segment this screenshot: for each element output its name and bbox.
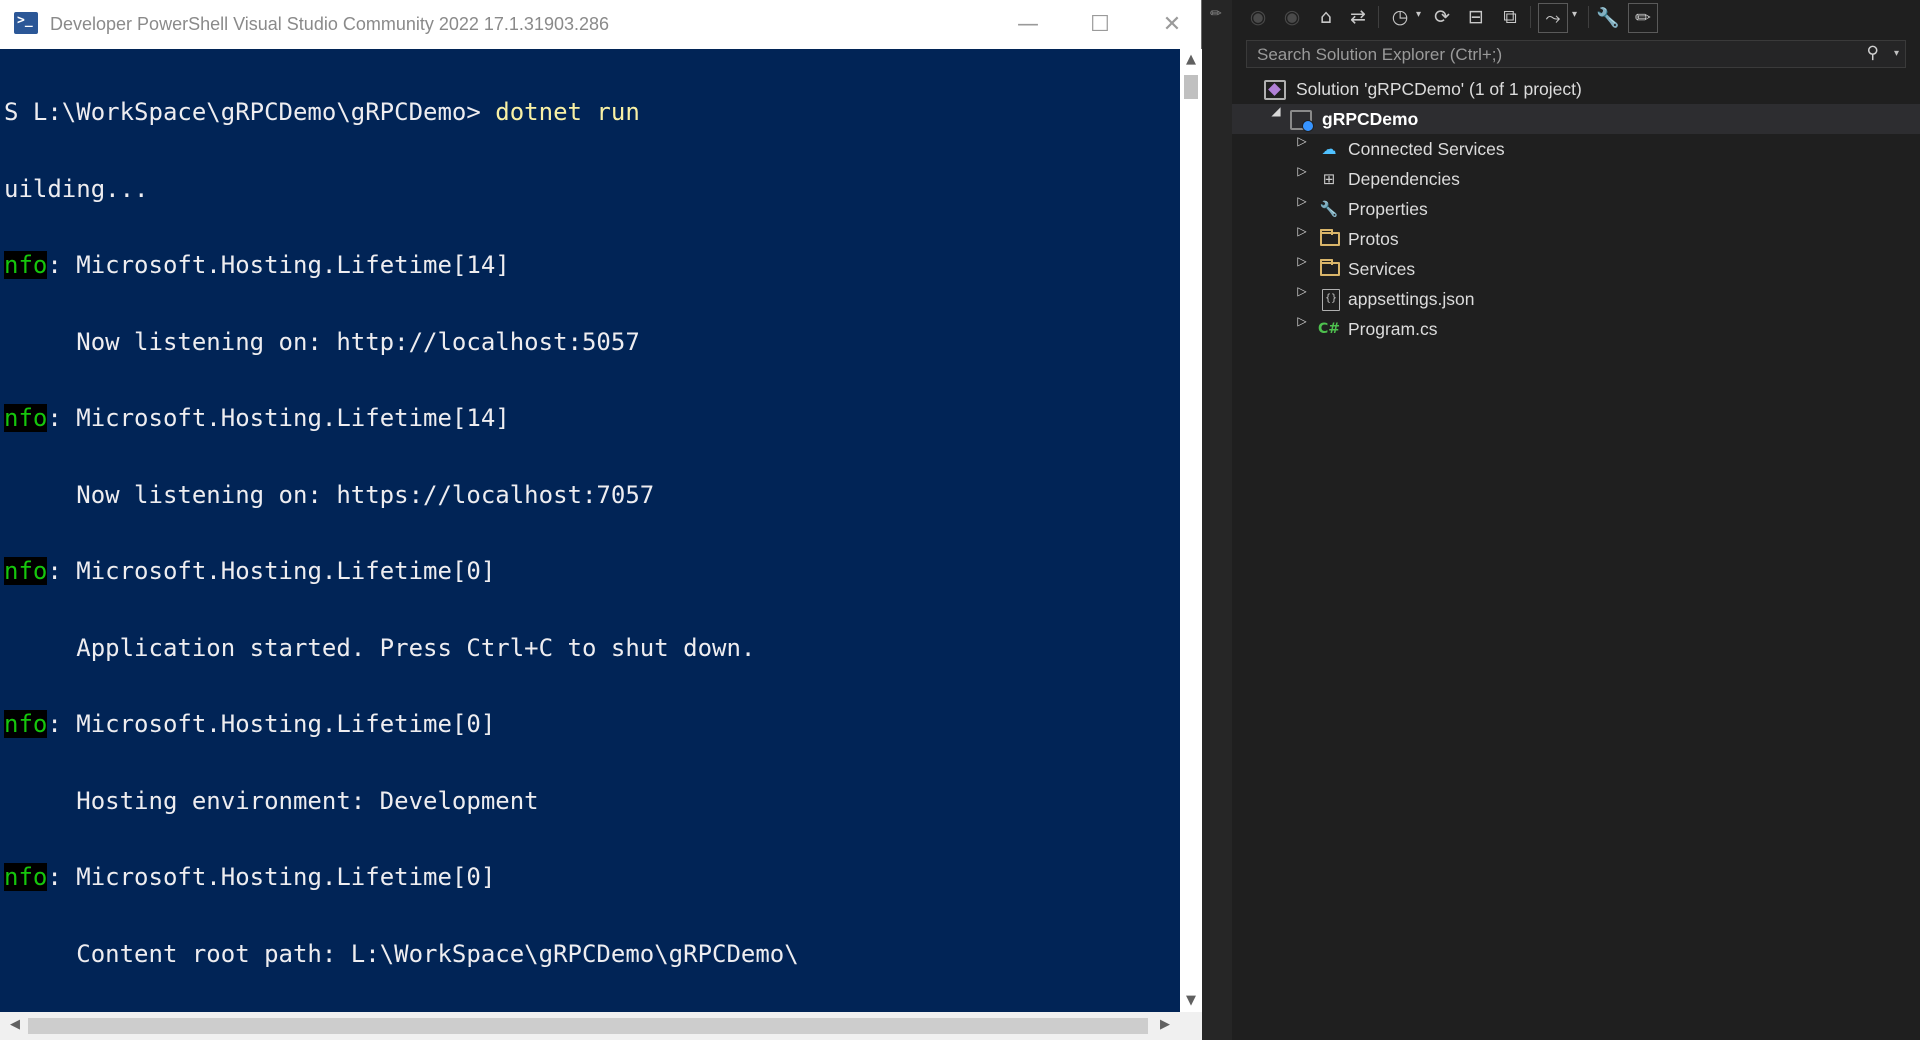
vertical-scrollbar[interactable]: ▲ ▼ bbox=[1180, 49, 1202, 1012]
tree-item-label: Dependencies bbox=[1348, 169, 1460, 189]
expand-arrow-icon[interactable]: ▷ bbox=[1294, 254, 1310, 268]
pin-icon[interactable]: ✏ bbox=[1210, 6, 1222, 22]
tree-item-label: Properties bbox=[1348, 199, 1428, 219]
expand-arrow-icon[interactable]: ▷ bbox=[1294, 134, 1310, 148]
expand-arrow-icon[interactable]: ▷ bbox=[1294, 314, 1310, 328]
toolbar-separator bbox=[1588, 6, 1589, 28]
csharp-file-icon: C# bbox=[1317, 321, 1340, 337]
scrollbar-corner bbox=[1180, 1012, 1202, 1040]
console-line: Now listening on: https://localhost:7057 bbox=[4, 480, 655, 509]
console-line: nfo: Microsoft.Hosting.Lifetime[14] bbox=[4, 251, 510, 279]
tree-item-label: Solution 'gRPCDemo' (1 of 1 project) bbox=[1296, 79, 1582, 99]
powershell-icon bbox=[14, 12, 38, 34]
tree-item-label: appsettings.json bbox=[1348, 289, 1475, 309]
solution-explorer-toolbar: ◉ ◉ ⌂ ⇄ ◷ ▾ ⟳ ⊟ ⧉ ⤳ ▾ 🔧 ✏ bbox=[1232, 0, 1920, 36]
tree-item-solution[interactable]: Solution 'gRPCDemo' (1 of 1 project) bbox=[1232, 74, 1920, 104]
vertical-scroll-thumb[interactable] bbox=[1184, 75, 1198, 99]
console-line: Content root path: L:\WorkSpace\gRPCDemo… bbox=[4, 939, 799, 968]
cloud-icon: ☁ bbox=[1321, 140, 1337, 158]
tree-item-appsettings[interactable]: ▷ {} appsettings.json bbox=[1232, 284, 1920, 314]
folder-icon bbox=[1320, 259, 1340, 276]
search-options-dropdown-icon[interactable]: ▾ bbox=[1894, 48, 1899, 59]
tree-item-label: Services bbox=[1348, 259, 1416, 279]
console-line: uilding... bbox=[4, 174, 149, 203]
pin-toolbar-icon[interactable]: ✏ bbox=[1628, 3, 1658, 33]
horizontal-scrollbar[interactable]: ◀ ▶ bbox=[0, 1012, 1180, 1040]
tree-item-label: Program.cs bbox=[1348, 319, 1438, 339]
powershell-window: Developer PowerShell Visual Studio Commu… bbox=[0, 0, 1202, 1040]
search-icon[interactable]: ⚲ bbox=[1867, 43, 1879, 63]
tree-item-project[interactable]: ◢ gRPCDemo bbox=[1232, 104, 1920, 134]
folder-icon bbox=[1320, 229, 1340, 246]
window-splitter[interactable]: ✏ bbox=[1202, 0, 1232, 1040]
solution-icon bbox=[1264, 80, 1286, 100]
scroll-right-arrow-icon[interactable]: ▶ bbox=[1152, 1012, 1178, 1038]
dependencies-icon: ⊞ bbox=[1322, 170, 1336, 188]
expand-arrow-icon[interactable]: ▷ bbox=[1294, 164, 1310, 178]
tree-item-program-cs[interactable]: ▷ C# Program.cs bbox=[1232, 314, 1920, 344]
pending-changes-icon[interactable]: ◷ bbox=[1386, 3, 1414, 31]
home-icon[interactable]: ⌂ bbox=[1312, 3, 1340, 31]
csharp-project-icon bbox=[1290, 110, 1314, 132]
switch-views-icon[interactable]: ⇄ bbox=[1344, 3, 1372, 31]
search-solution-explorer[interactable]: ⚲ ▾ bbox=[1246, 40, 1906, 68]
maximize-button[interactable]: ☐ bbox=[1064, 0, 1136, 49]
tree-item-label: Protos bbox=[1348, 229, 1399, 249]
console-line: nfo: Microsoft.Hosting.Lifetime[0] bbox=[4, 557, 496, 585]
console-command: dotnet run bbox=[495, 98, 640, 126]
tree-item-protos[interactable]: ▷ Protos bbox=[1232, 224, 1920, 254]
console-line: nfo: Microsoft.Hosting.Lifetime[0] bbox=[4, 710, 496, 738]
scroll-down-arrow-icon[interactable]: ▼ bbox=[1180, 990, 1202, 1012]
close-button[interactable]: ✕ bbox=[1136, 0, 1208, 49]
properties-wrench-icon[interactable]: 🔧 bbox=[1594, 3, 1622, 31]
properties-icon: 🔧 bbox=[1319, 200, 1339, 218]
minimize-button[interactable]: — bbox=[992, 0, 1064, 49]
expand-arrow-icon[interactable]: ▷ bbox=[1294, 194, 1310, 208]
solution-explorer: ◉ ◉ ⌂ ⇄ ◷ ▾ ⟳ ⊟ ⧉ ⤳ ▾ 🔧 ✏ ⚲ ▾ Solution '… bbox=[1232, 0, 1920, 1040]
tree-item-label: gRPCDemo bbox=[1322, 109, 1419, 129]
console-output[interactable]: S L:\WorkSpace\gRPCDemo\gRPCDemo> dotnet… bbox=[0, 49, 1180, 1012]
pending-changes-dropdown-icon[interactable]: ▾ bbox=[1416, 9, 1421, 20]
console-line: Hosting environment: Development bbox=[4, 786, 539, 815]
forward-icon[interactable]: ◉ bbox=[1278, 3, 1306, 31]
search-input[interactable] bbox=[1255, 43, 1859, 67]
refresh-icon[interactable]: ⟳ bbox=[1428, 3, 1456, 31]
show-all-files-icon[interactable]: ⧉ bbox=[1496, 3, 1524, 31]
console-line: nfo: Microsoft.Hosting.Lifetime[0] bbox=[4, 863, 496, 891]
tree-item-properties[interactable]: ▷ 🔧 Properties bbox=[1232, 194, 1920, 224]
back-icon[interactable]: ◉ bbox=[1244, 3, 1272, 31]
tree-item-services[interactable]: ▷ Services bbox=[1232, 254, 1920, 284]
window-title: Developer PowerShell Visual Studio Commu… bbox=[50, 14, 610, 34]
title-bar: Developer PowerShell Visual Studio Commu… bbox=[0, 0, 1201, 49]
tree-item-dependencies[interactable]: ▷ ⊞ Dependencies bbox=[1232, 164, 1920, 194]
preview-dropdown-icon[interactable]: ▾ bbox=[1572, 9, 1577, 20]
tree-item-connected-services[interactable]: ▷ ☁ Connected Services bbox=[1232, 134, 1920, 164]
toolbar-separator bbox=[1530, 6, 1531, 28]
scroll-left-arrow-icon[interactable]: ◀ bbox=[2, 1012, 28, 1038]
toolbar-separator bbox=[1378, 6, 1379, 28]
collapse-all-icon[interactable]: ⊟ bbox=[1462, 3, 1490, 31]
json-file-icon: {} bbox=[1322, 289, 1340, 311]
collapse-arrow-icon[interactable]: ◢ bbox=[1268, 104, 1284, 118]
console-line: nfo: Microsoft.Hosting.Lifetime[14] bbox=[4, 404, 510, 432]
expand-arrow-icon[interactable]: ▷ bbox=[1294, 284, 1310, 298]
scroll-up-arrow-icon[interactable]: ▲ bbox=[1180, 49, 1202, 71]
expand-arrow-icon[interactable]: ▷ bbox=[1294, 224, 1310, 238]
tree-item-label: Connected Services bbox=[1348, 139, 1505, 159]
console-line: Application started. Press Ctrl+C to shu… bbox=[4, 633, 756, 662]
console-line: S L:\WorkSpace\gRPCDemo\gRPCDemo> dotnet… bbox=[4, 98, 640, 126]
horizontal-scroll-thumb[interactable] bbox=[28, 1018, 1148, 1034]
console-line: Now listening on: http://localhost:5057 bbox=[4, 327, 640, 356]
preview-selected-items-icon[interactable]: ⤳ bbox=[1538, 3, 1568, 33]
